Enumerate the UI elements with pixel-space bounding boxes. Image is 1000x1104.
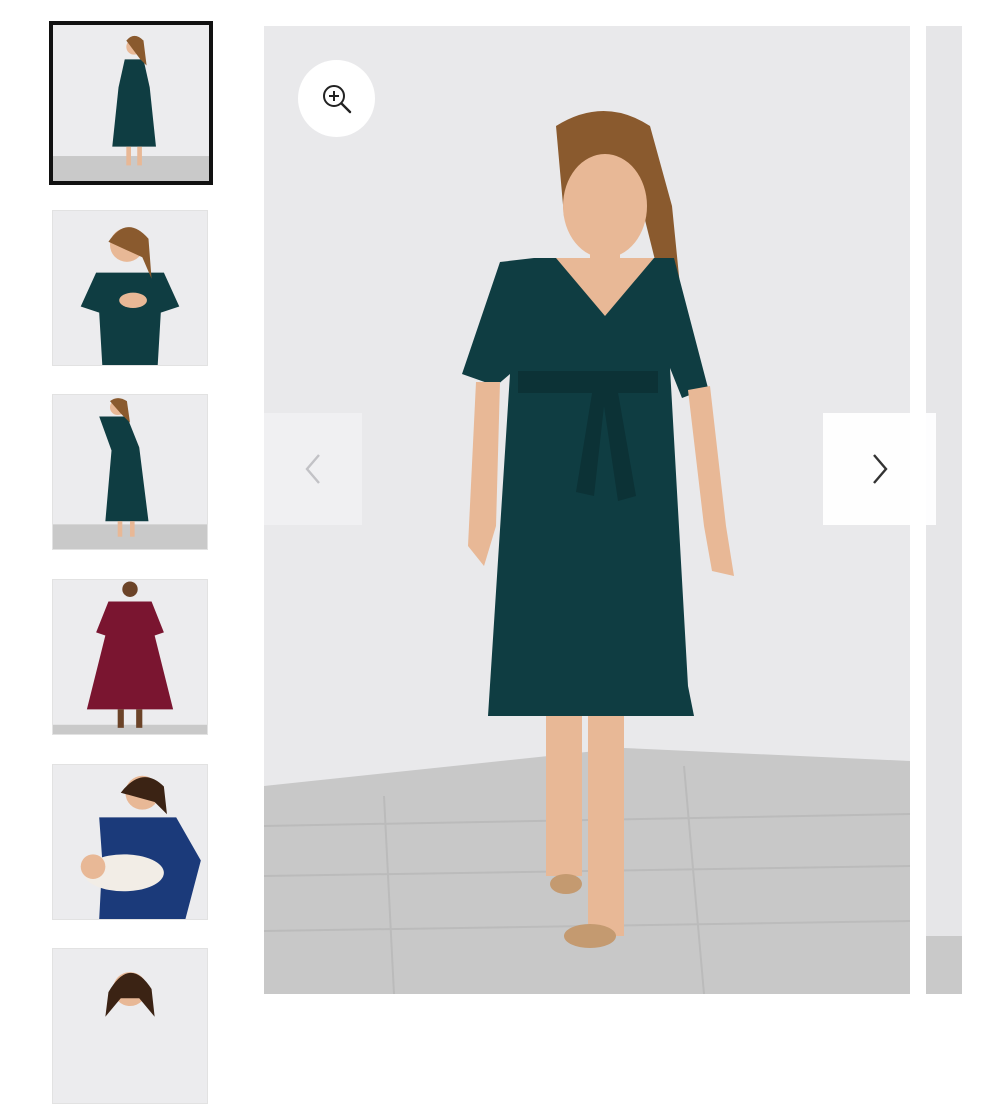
thumbnail-3[interactable]	[52, 394, 208, 550]
chevron-left-icon	[305, 454, 320, 484]
dress-photo-icon	[53, 949, 207, 1103]
dress-photo-icon	[53, 395, 207, 549]
next-image-button[interactable]	[823, 413, 936, 525]
dress-photo-icon	[53, 765, 207, 919]
thumbnail-6[interactable]	[52, 948, 208, 1104]
floor-strip	[926, 936, 962, 994]
zoom-in-icon	[322, 84, 351, 113]
dress-photo-icon	[53, 580, 207, 734]
dress-photo-icon	[53, 25, 209, 181]
thumbnail-4[interactable]	[52, 579, 208, 735]
chevron-right-icon	[872, 454, 888, 484]
thumbnail-1[interactable]	[49, 21, 213, 185]
thumbnail-5[interactable]	[52, 764, 208, 920]
zoom-button[interactable]	[298, 60, 375, 137]
thumbnail-2[interactable]	[52, 210, 208, 366]
dress-photo-icon	[53, 211, 207, 365]
previous-image-button[interactable]	[264, 413, 362, 525]
thumbnail-rail	[0, 0, 230, 1104]
